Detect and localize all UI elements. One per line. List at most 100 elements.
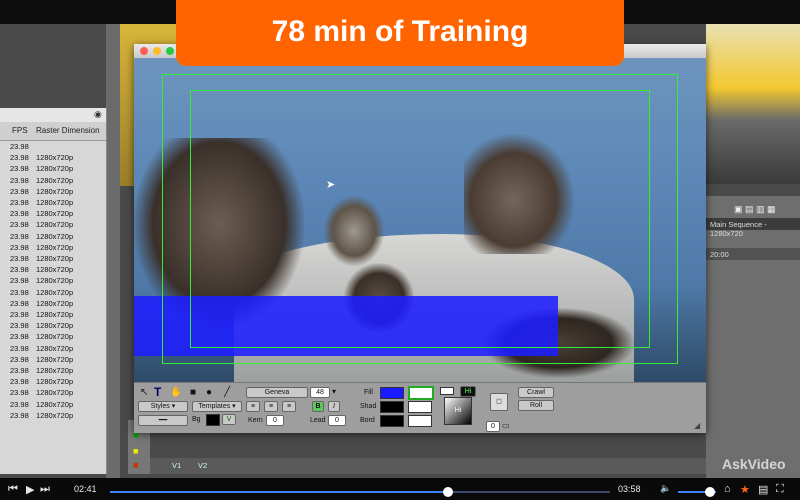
bin-row[interactable]: 23.98 1280x720p [0,176,106,187]
crawl-button[interactable]: Crawl [518,387,554,398]
toolbar-icons[interactable]: ▣ ▤ ▥ ▦ [734,204,776,215]
video-player-bar: ⏮ ▶ ⏭ 02:41 03:58 🔈 ⌂ ★ ▤ ⛶ [0,478,800,500]
bin-row[interactable]: 23.98 1280x720p [0,366,106,377]
track-v1[interactable]: V1 [172,461,181,470]
align-center-button[interactable]: ≡ [264,401,278,412]
volume-knob[interactable] [705,487,716,497]
lo-swatch[interactable] [440,387,454,395]
mouse-cursor-icon: ➤ [326,179,336,191]
record-monitor-thumb [706,24,800,184]
bin-row[interactable]: 23.98 1280x720p [0,377,106,388]
bin-row[interactable]: 23.98 1280x720p [0,411,106,422]
fill-color-swatch[interactable] [380,387,404,399]
row-fps: 23.98 [10,254,29,263]
bin-row[interactable]: 23.98 1280x720p [0,209,106,220]
border-transparency-swatch[interactable] [408,415,432,427]
opacity-field[interactable]: 0 [486,421,500,432]
text-tool-icon[interactable]: T [154,385,161,399]
row-fps: 23.98 [10,321,29,331]
align-right-button[interactable]: ≡ [282,401,296,412]
templates-menu[interactable]: Templates ▾ [192,401,242,412]
zoom-button[interactable] [166,47,174,55]
hi-toggle[interactable]: Hi [460,386,476,397]
fill-label: Fill [364,389,373,396]
row-raster: 1280x720p [36,377,74,387]
progress-track[interactable] [110,487,610,497]
bin-row[interactable]: 23.98 1280x720p [0,332,106,343]
fill-transparency-swatch[interactable] [408,386,434,400]
bg-color-swatch[interactable] [206,414,220,426]
bin-row[interactable]: 23.98 1280x720p [0,310,106,321]
track-v2[interactable]: V2 [198,461,207,470]
line-tool-icon[interactable]: ╱ [224,387,230,398]
shadow-color-swatch[interactable] [380,401,404,413]
side-strip [106,24,120,478]
lead-field[interactable]: 0 [328,415,346,426]
progress-knob[interactable] [443,487,453,497]
bin-row[interactable]: 23.98 1280x720p [0,276,106,287]
close-button[interactable] [140,47,148,55]
bin-row[interactable]: 23.98 1280x720p [0,355,106,366]
play-icon[interactable]: ▶ [26,483,34,496]
row-fps: 23.98 [10,142,29,151]
font-menu[interactable]: Geneva [246,387,308,398]
bin-row[interactable]: 23.98 1280x720p [0,220,106,231]
shadow-transparency-swatch[interactable] [408,401,432,413]
title-canvas[interactable]: ➤ [134,58,706,382]
tool-icon-b[interactable]: ■ [133,446,138,456]
fullscreen-icon[interactable]: ⛶ [776,483,784,496]
border-color-swatch[interactable] [380,415,404,427]
resize-grip-icon[interactable]: ◢ [694,421,700,430]
kern-field[interactable]: 0 [266,415,284,426]
volume-track[interactable] [678,487,716,497]
row-fps: 23.98 [10,377,29,387]
row-fps: 23.98 [10,209,29,219]
bin-row[interactable]: 23.98 1280x720p [0,164,106,175]
bin-row[interactable]: 23.98 1280x720p [0,299,106,310]
bin-row[interactable]: 23.98 1280x720p [0,388,106,399]
bg-toggle-button[interactable]: V [222,414,236,425]
favorite-star-icon[interactable]: ★ [740,483,750,496]
bold-button[interactable]: B [312,401,324,412]
bin-row[interactable]: 23.98 1280x720p [0,243,106,254]
col-fps[interactable]: FPS [12,126,28,135]
bin-row[interactable]: 23.98 1280x720p [0,265,106,276]
bin-menu-icon[interactable]: ◉ [94,109,102,120]
document-icon[interactable]: ▤ [758,483,768,496]
bin-row[interactable]: 23.98 1280x720p [0,153,106,164]
bin-row[interactable]: 23.98 1280x720p [0,232,106,243]
col-raster[interactable]: Raster Dimension [36,126,100,135]
row-fps: 23.98 [10,231,29,241]
minimize-button[interactable] [153,47,161,55]
styles-menu[interactable]: Styles ▾ [138,401,188,412]
home-icon[interactable]: ⌂ [724,483,731,495]
italic-button[interactable]: I [328,401,340,412]
bin-row[interactable]: 23.98 1280x720p [0,187,106,198]
font-size-field[interactable]: 48 [310,387,330,398]
selection-tool-icon[interactable]: ↖ [140,387,148,398]
bin-row[interactable]: 23.98 1280x720p [0,344,106,355]
align-left-button[interactable]: ≡ [246,401,260,412]
roll-button[interactable]: Roll [518,400,554,411]
volume-icon[interactable]: 🔈 [660,483,671,494]
hand-tool-icon[interactable]: ✋ [170,387,182,398]
font-size-dropdown-icon[interactable]: ▾ [332,387,336,396]
bin-row[interactable]: 23.98 1280x720p [0,198,106,209]
ellipse-tool-icon[interactable]: ● [206,387,212,398]
bord-label: Bord [360,417,375,424]
rewind-icon[interactable]: ⏮ [8,483,18,496]
tool-icon-c[interactable]: ■ [133,460,138,470]
shadow-depth-control[interactable]: ◻ [490,393,508,411]
gradient-swatch[interactable]: Hi [444,397,472,425]
line-weight-control[interactable]: ━━ [138,415,188,426]
bin-row[interactable]: 23.98 [0,142,106,153]
bin-row[interactable]: 23.98 1280x720p [0,400,106,411]
fast-forward-icon[interactable]: ⏭ [40,483,50,496]
row-fps: 23.98 [10,265,29,275]
bin-row[interactable]: 23.98 1280x720p [0,288,106,299]
opacity-icon[interactable]: ▭ [502,421,510,430]
rectangle-tool-icon[interactable]: ■ [190,387,196,398]
bin-row[interactable]: 23.98 1280x720p [0,321,106,332]
bin-row[interactable]: 23.98 1280x720p [0,254,106,265]
bin-column-headers: FPS Raster Dimension [0,122,106,141]
